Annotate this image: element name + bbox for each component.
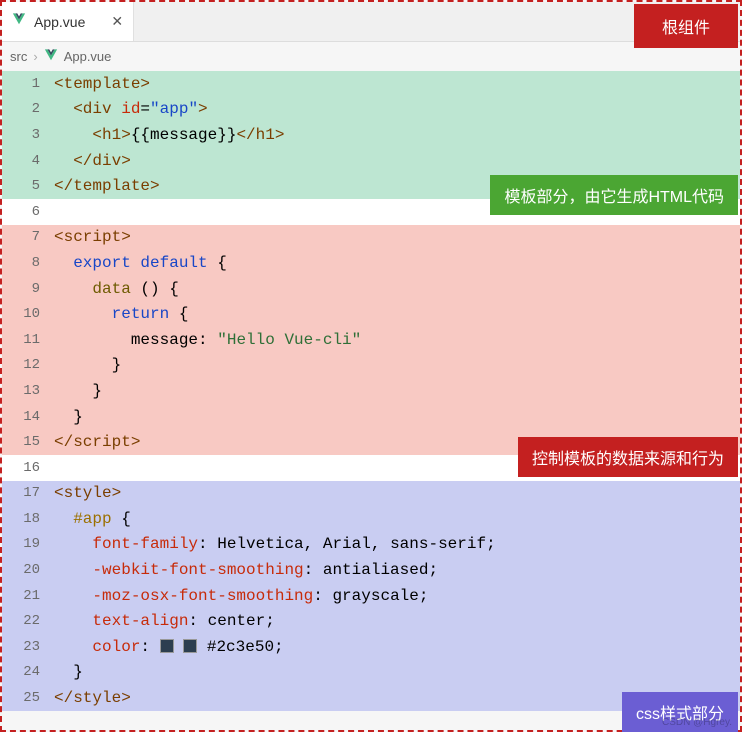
line-content[interactable]: </div>: [54, 152, 740, 170]
line-number: 1: [2, 76, 54, 92]
line-number: 13: [2, 383, 54, 399]
code-line[interactable]: 13 }: [2, 378, 740, 404]
line-number: 24: [2, 664, 54, 680]
line-content[interactable]: message: "Hello Vue-cli": [54, 331, 740, 349]
line-number: 25: [2, 690, 54, 706]
breadcrumb-item[interactable]: App.vue: [64, 49, 112, 64]
vue-icon: [44, 48, 58, 65]
line-number: 2: [2, 101, 54, 117]
code-line[interactable]: 3 <h1>{{message}}</h1>: [2, 122, 740, 148]
annotation-script: 控制模板的数据来源和行为: [518, 437, 738, 477]
code-line[interactable]: 11 message: "Hello Vue-cli": [2, 327, 740, 353]
line-content[interactable]: }: [54, 663, 740, 681]
line-content[interactable]: font-family: Helvetica, Arial, sans-seri…: [54, 535, 740, 553]
annotation-root-component: 根组件: [634, 4, 738, 48]
code-line[interactable]: 20 -webkit-font-smoothing: antialiased;: [2, 557, 740, 583]
line-number: 7: [2, 229, 54, 245]
watermark: CSDN @Hgrey.: [662, 717, 732, 728]
line-content[interactable]: #app {: [54, 510, 740, 528]
code-line[interactable]: 1<template>: [2, 71, 740, 97]
code-line[interactable]: 22 text-align: center;: [2, 608, 740, 634]
line-number: 21: [2, 588, 54, 604]
line-content[interactable]: }: [54, 408, 740, 426]
line-number: 19: [2, 536, 54, 552]
line-number: 8: [2, 255, 54, 271]
line-content[interactable]: return {: [54, 305, 740, 323]
line-content[interactable]: data () {: [54, 280, 740, 298]
code-line[interactable]: 8 export default {: [2, 250, 740, 276]
tab-bar: App.vue ✕: [2, 2, 740, 42]
code-line[interactable]: 14 }: [2, 404, 740, 430]
line-number: 3: [2, 127, 54, 143]
line-number: 12: [2, 357, 54, 373]
code-line[interactable]: 10 return {: [2, 301, 740, 327]
line-number: 10: [2, 306, 54, 322]
code-line[interactable]: 21 -moz-osx-font-smoothing: grayscale;: [2, 583, 740, 609]
code-line[interactable]: 7<script>: [2, 225, 740, 251]
line-number: 23: [2, 639, 54, 655]
line-number: 22: [2, 613, 54, 629]
line-content[interactable]: -webkit-font-smoothing: antialiased;: [54, 561, 740, 579]
line-content[interactable]: <style>: [54, 484, 740, 502]
breadcrumb: src › App.vue: [2, 42, 740, 71]
line-content[interactable]: <script>: [54, 228, 740, 246]
code-line[interactable]: 23 color: #2c3e50;: [2, 634, 740, 660]
file-tab[interactable]: App.vue ✕: [2, 2, 134, 41]
vue-icon: [12, 12, 26, 31]
line-content[interactable]: -moz-osx-font-smoothing: grayscale;: [54, 587, 740, 605]
line-number: 20: [2, 562, 54, 578]
line-content[interactable]: <div id="app">: [54, 100, 740, 118]
code-line[interactable]: 12 }: [2, 353, 740, 379]
line-content[interactable]: export default {: [54, 254, 740, 272]
code-line[interactable]: 9 data () {: [2, 276, 740, 302]
line-number: 5: [2, 178, 54, 194]
code-line[interactable]: 24 }: [2, 660, 740, 686]
line-number: 17: [2, 485, 54, 501]
tab-label: App.vue: [34, 14, 85, 30]
code-line[interactable]: 18 #app {: [2, 506, 740, 532]
line-content[interactable]: <h1>{{message}}</h1>: [54, 126, 740, 144]
code-line[interactable]: 19 font-family: Helvetica, Arial, sans-s…: [2, 532, 740, 558]
code-line[interactable]: 2 <div id="app">: [2, 97, 740, 123]
line-number: 14: [2, 409, 54, 425]
line-number: 16: [2, 460, 54, 476]
annotation-template: 模板部分，由它生成HTML代码: [490, 175, 738, 215]
line-number: 15: [2, 434, 54, 450]
breadcrumb-item[interactable]: src: [10, 49, 27, 64]
line-content[interactable]: color: #2c3e50;: [54, 638, 740, 656]
line-number: 11: [2, 332, 54, 348]
line-number: 6: [2, 204, 54, 220]
line-content[interactable]: text-align: center;: [54, 612, 740, 630]
line-content[interactable]: }: [54, 356, 740, 374]
chevron-right-icon: ›: [33, 49, 37, 64]
code-editor[interactable]: 1<template>2 <div id="app">3 <h1>{{messa…: [2, 71, 740, 711]
code-line[interactable]: 17<style>: [2, 481, 740, 507]
close-icon[interactable]: ✕: [111, 13, 123, 30]
line-content[interactable]: }: [54, 382, 740, 400]
line-number: 18: [2, 511, 54, 527]
line-number: 9: [2, 281, 54, 297]
line-content[interactable]: <template>: [54, 75, 740, 93]
line-number: 4: [2, 153, 54, 169]
code-line[interactable]: 4 </div>: [2, 148, 740, 174]
